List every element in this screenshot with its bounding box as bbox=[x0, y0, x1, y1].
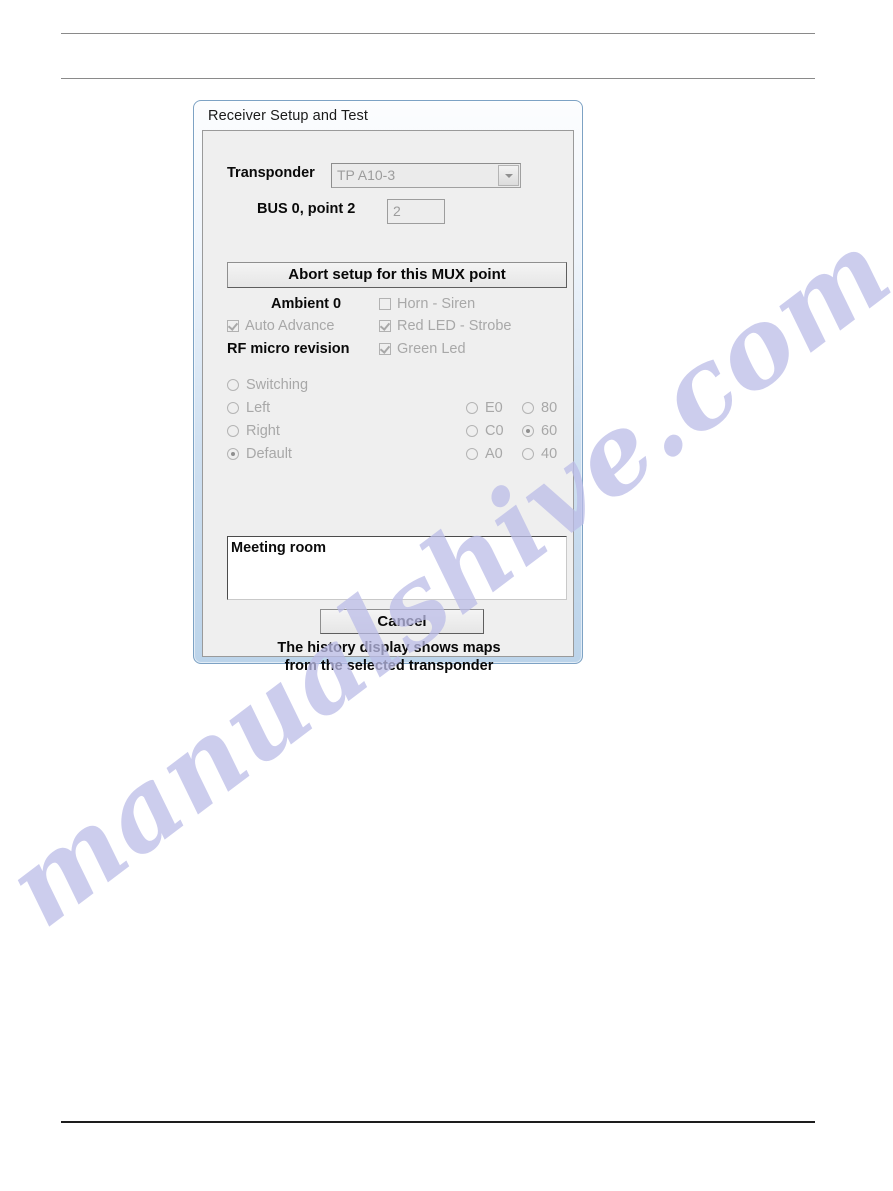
checkbox-red-led-strobe[interactable]: Red LED - Strobe bbox=[379, 318, 511, 334]
radio-level-40[interactable]: 40 bbox=[522, 446, 557, 462]
history-note-line1: The history display shows maps bbox=[277, 640, 501, 656]
chevron-down-icon[interactable] bbox=[498, 165, 519, 186]
checkbox-red-led-strobe-label: Red LED - Strobe bbox=[397, 318, 512, 334]
radio-unselected-icon bbox=[522, 402, 534, 414]
radio-level-80-label: 80 bbox=[541, 400, 558, 416]
receiver-setup-dialog: Receiver Setup and Test Transponder TP A… bbox=[193, 100, 583, 674]
radio-level-c0-label: C0 bbox=[485, 423, 504, 439]
radio-unselected-icon bbox=[227, 425, 239, 437]
bus-point-input[interactable]: 2 bbox=[387, 199, 445, 224]
radio-default[interactable]: Default bbox=[227, 446, 292, 462]
transponder-label: Transponder bbox=[227, 165, 315, 181]
radio-level-40-label: 40 bbox=[541, 446, 558, 462]
radio-level-c0[interactable]: C0 bbox=[466, 423, 504, 439]
radio-unselected-icon bbox=[522, 448, 534, 460]
radio-level-80[interactable]: 80 bbox=[522, 400, 557, 416]
radio-level-e0-label: E0 bbox=[485, 400, 503, 416]
checkbox-auto-advance-label: Auto Advance bbox=[245, 318, 335, 334]
history-note: The history display shows maps from the … bbox=[203, 639, 575, 675]
location-memo-value: Meeting room bbox=[231, 540, 327, 556]
checkbox-unchecked-icon bbox=[379, 298, 391, 310]
radio-level-a0[interactable]: A0 bbox=[466, 446, 503, 462]
cancel-button[interactable]: Cancel bbox=[320, 609, 484, 634]
rf-micro-revision-label: RF micro revision bbox=[227, 341, 350, 357]
checkbox-horn-siren-label: Horn - Siren bbox=[397, 296, 476, 312]
checkbox-green-led[interactable]: Green Led bbox=[379, 341, 466, 357]
radio-left[interactable]: Left bbox=[227, 400, 270, 416]
history-note-line2: from the selected transponder bbox=[284, 658, 494, 674]
radio-switching[interactable]: Switching bbox=[227, 377, 308, 393]
radio-level-a0-label: A0 bbox=[485, 446, 503, 462]
window-title-text: Receiver Setup and Test bbox=[208, 108, 369, 124]
abort-setup-button[interactable]: Abort setup for this MUX point bbox=[227, 262, 567, 288]
radio-switching-label: Switching bbox=[246, 377, 309, 393]
radio-unselected-icon bbox=[466, 402, 478, 414]
radio-level-e0[interactable]: E0 bbox=[466, 400, 503, 416]
transponder-value: TP A10-3 bbox=[337, 167, 396, 183]
location-memo-input[interactable]: Meeting room bbox=[227, 536, 567, 600]
ambient-status-label: Ambient 0 bbox=[271, 296, 342, 312]
radio-selected-icon bbox=[522, 425, 534, 437]
bus-point-label: BUS 0, point 2 bbox=[257, 201, 356, 217]
radio-default-label: Default bbox=[246, 446, 292, 462]
checkbox-horn-siren[interactable]: Horn - Siren bbox=[379, 296, 475, 312]
window-title-bar: Receiver Setup and Test bbox=[197, 104, 579, 129]
radio-level-60[interactable]: 60 bbox=[522, 423, 557, 439]
bus-point-value: 2 bbox=[393, 203, 401, 219]
radio-unselected-icon bbox=[466, 448, 478, 460]
checkbox-checked-icon bbox=[379, 320, 391, 332]
checkbox-auto-advance[interactable]: Auto Advance bbox=[227, 318, 335, 334]
radio-selected-icon bbox=[227, 448, 239, 460]
transponder-combobox[interactable]: TP A10-3 bbox=[331, 163, 521, 188]
radio-unselected-icon bbox=[466, 425, 478, 437]
radio-unselected-icon bbox=[227, 379, 239, 391]
checkbox-green-led-label: Green Led bbox=[397, 341, 466, 357]
radio-right-label: Right bbox=[246, 423, 280, 439]
radio-level-60-label: 60 bbox=[541, 423, 558, 439]
dialog-body: Transponder TP A10-3 BUS 0, point 2 2 Ab… bbox=[202, 130, 574, 674]
checkbox-checked-icon bbox=[227, 320, 239, 332]
page-header-rule bbox=[61, 33, 815, 34]
page-header-rule-second bbox=[61, 78, 815, 79]
page-footer-rule bbox=[61, 1121, 815, 1123]
radio-right[interactable]: Right bbox=[227, 423, 280, 439]
checkbox-checked-icon bbox=[379, 343, 391, 355]
radio-left-label: Left bbox=[246, 400, 271, 416]
radio-unselected-icon bbox=[227, 402, 239, 414]
